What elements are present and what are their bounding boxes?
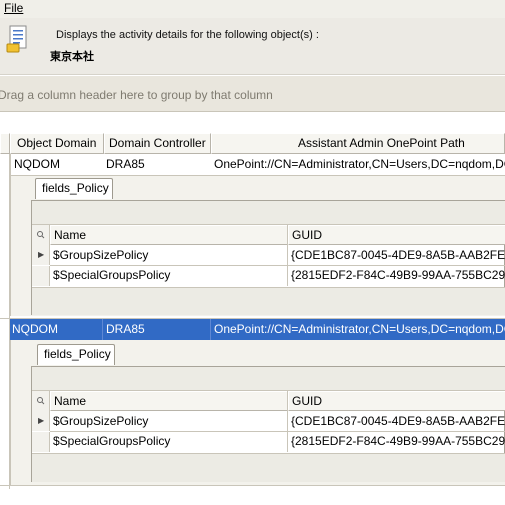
column-header-onepoint-path[interactable]: Assistant Admin OnePoint Path	[211, 133, 505, 154]
group-by-hint: Drag a column header here to group by th…	[0, 88, 273, 102]
child-column-header-guid[interactable]: GUID	[288, 225, 505, 245]
child-column-header-name[interactable]: Name	[50, 391, 288, 411]
child-grid: Name GUID ▶ $GroupSizePolicy {CDE1BC87-0…	[31, 366, 505, 482]
tab-fields-policy[interactable]: fields_Policy	[35, 178, 113, 199]
row-divider	[50, 265, 505, 266]
row-indicator[interactable]	[32, 432, 50, 452]
cell-object-domain[interactable]: NQDOM	[14, 157, 102, 171]
cell-policy-guid[interactable]: {2815EDF2-F84C-49B9-99AA-755BC29A	[291, 434, 505, 448]
row-indicator[interactable]: ▶	[32, 245, 50, 265]
details-header: Displays the activity details for the fo…	[0, 18, 505, 75]
column-divider	[287, 391, 288, 452]
group-by-panel[interactable]: Drag a column header here to group by th…	[0, 76, 505, 112]
menu-file[interactable]: File	[4, 1, 23, 15]
search-icon	[37, 397, 45, 405]
child-grid-top	[32, 201, 505, 225]
column-header-object-domain[interactable]: Object Domain	[10, 133, 104, 154]
child-grid: Name GUID ▶ $GroupSizePolicy {CDE1BC87-0…	[31, 200, 505, 315]
cell-onepoint-path[interactable]: OnePoint://CN=Administrator,CN=Users,DC=…	[214, 157, 505, 171]
activity-grid: Object Domain Domain Controller Assistan…	[0, 112, 505, 505]
cell-onepoint-path[interactable]: OnePoint://CN=Administrator,CN=Users,DC=…	[214, 322, 505, 336]
cell-policy-guid[interactable]: {CDE1BC87-0045-4DE9-8A5B-AAB2FE1	[291, 414, 505, 428]
child-grid-footer	[32, 287, 505, 315]
row-indicator-header	[0, 133, 10, 154]
selected-row[interactable]: NQDOM DRA85 OnePoint://CN=Administrator,…	[10, 319, 505, 340]
menu-bar: File	[0, 0, 505, 18]
row-indicator[interactable]: ▶	[32, 411, 50, 431]
cell-policy-guid[interactable]: {2815EDF2-F84C-49B9-99AA-755BC29A	[291, 268, 505, 282]
tab-fields-policy[interactable]: fields_Policy	[37, 344, 115, 365]
child-column-header-guid[interactable]: GUID	[288, 391, 505, 411]
search-icon	[37, 231, 45, 239]
cell-policy-name[interactable]: $SpecialGroupsPolicy	[53, 268, 287, 282]
child-grid-footer	[32, 453, 505, 482]
row-divider	[50, 431, 505, 432]
cell-domain-controller[interactable]: DRA85	[106, 157, 210, 171]
header-description: Displays the activity details for the fo…	[56, 29, 319, 41]
grid-bottom-line	[0, 485, 505, 486]
cell-policy-name[interactable]: $SpecialGroupsPolicy	[53, 434, 287, 448]
document-icon	[6, 25, 27, 53]
cell-policy-name[interactable]: $GroupSizePolicy	[53, 414, 287, 428]
grid-gutter-line	[9, 154, 10, 489]
cell-object-domain[interactable]: NQDOM	[12, 322, 100, 336]
search-icon-cell	[32, 225, 50, 245]
grid-line	[10, 154, 11, 175]
column-divider	[287, 225, 288, 286]
cell-policy-guid[interactable]: {CDE1BC87-0045-4DE9-8A5B-AAB2FE1	[291, 248, 505, 262]
row-indicator[interactable]	[32, 266, 50, 286]
child-column-header-name[interactable]: Name	[50, 225, 288, 245]
child-grid-top	[32, 367, 505, 391]
cell-divider	[102, 319, 103, 340]
cell-domain-controller[interactable]: DRA85	[106, 322, 210, 336]
cell-policy-name[interactable]: $GroupSizePolicy	[53, 248, 287, 262]
column-header-domain-controller[interactable]: Domain Controller	[104, 133, 211, 154]
search-icon-cell	[32, 391, 50, 411]
object-name: 東京本社	[50, 50, 94, 63]
cell-divider	[210, 319, 211, 340]
